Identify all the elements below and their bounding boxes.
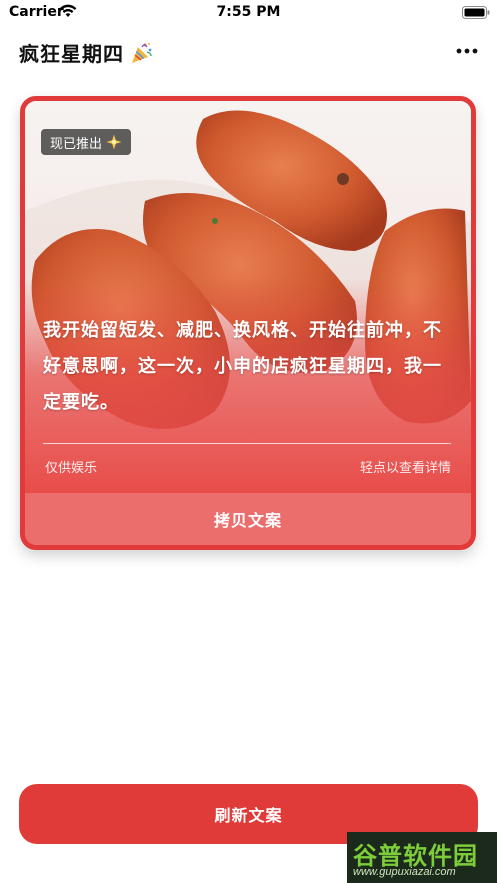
card-details-hint[interactable]: 轻点以查看详情 [360,457,451,476]
card-divider [43,443,451,444]
status-bar: Carrier 7:55 PM [0,0,497,26]
site-watermark: 谷普软件园 www.gupuxiazai.com [347,832,497,883]
page-title-text: 疯狂星期四 [19,42,124,66]
status-badge: 现已推出 [41,129,132,155]
party-popper-icon [132,42,152,63]
copy-card[interactable]: 现已推出 我开始留短发、减肥、换风格、开始往前冲，不好意思啊，这一次，小申的店疯… [20,96,476,550]
card-disclaimer: 仅供娱乐 [45,461,98,476]
page-title: 疯狂星期四 [19,38,154,67]
chicken-wings-photo [25,101,471,493]
status-time: 7:55 PM [216,4,281,20]
watermark-url: www.gupuxiazai.com [353,866,456,878]
copy-text-button-label: 拷贝文案 [213,511,282,530]
badge-label: 现已推出 [50,136,103,152]
sparkle-icon [106,134,122,150]
refresh-text-button-label: 刷新文案 [214,806,283,825]
copy-text-button[interactable]: 拷贝文案 [25,493,471,545]
more-horizontal-icon[interactable] [456,47,478,55]
card-copy-text: 我开始留短发、减肥、换风格、开始往前冲，不好意思啊，这一次，小申的店疯狂星期四，… [43,320,442,413]
battery-icon [462,6,490,19]
